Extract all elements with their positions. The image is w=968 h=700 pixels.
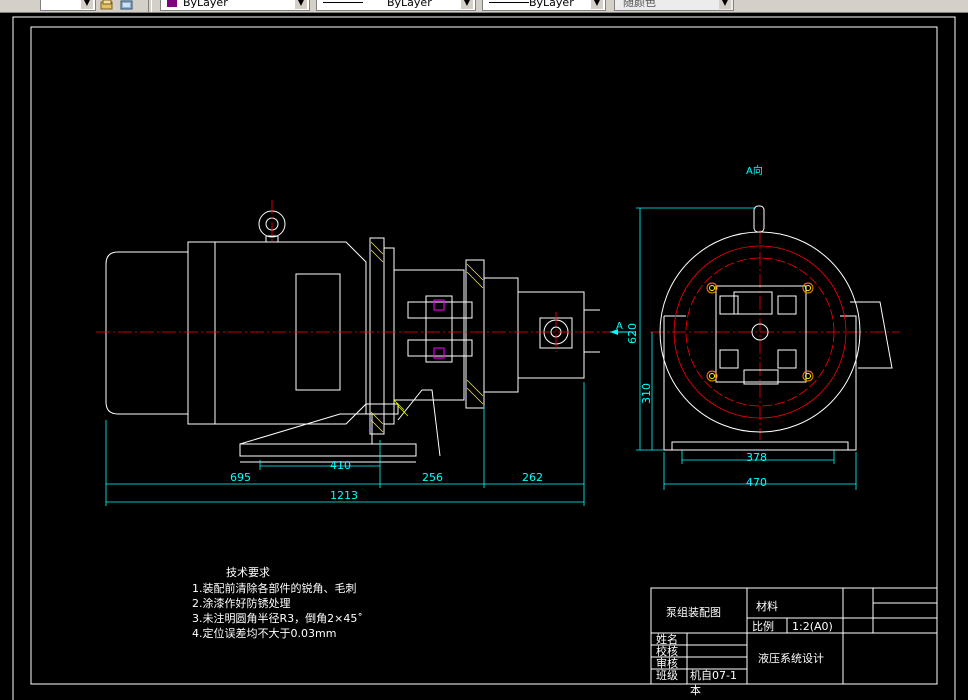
technical-requirements: 技术要求 1.装配前清除各部件的锐角、毛刺 2.涂漆作好防锈处理 3.未注明圆角… [192, 566, 363, 640]
layer-previous-icon[interactable] [120, 0, 134, 10]
dim-620: 620 [626, 323, 639, 344]
drawing-name: 泵组装配图 [666, 605, 721, 619]
tech-item: 2.涂漆作好防锈处理 [192, 596, 291, 610]
layer-states-icon[interactable] [100, 0, 114, 10]
dim-410: 410 [330, 459, 351, 472]
lineweight-value: ByLayer [529, 0, 574, 9]
color-control-dropdown[interactable]: ByLayer ▼ [160, 0, 310, 11]
side-lifting-eye [753, 205, 765, 233]
name-label: 姓名 [656, 632, 678, 646]
dim-470: 470 [746, 476, 767, 489]
plotstyle-value: 随颜色 [623, 0, 656, 9]
linetype-control-dropdown[interactable]: ByLayer ▼ [316, 0, 476, 11]
class-value-2: 本 [690, 683, 701, 697]
dim-310: 310 [640, 383, 653, 404]
chevron-down-icon[interactable]: ▼ [295, 0, 307, 9]
check-label: 校核 [656, 644, 678, 658]
dimension-lines [105, 207, 857, 506]
centerlines [96, 200, 900, 440]
plotstyle-control-dropdown[interactable]: 随颜色 ▼ [614, 0, 734, 11]
pump-side-view: A向 [659, 164, 893, 451]
tech-title: 技术要求 [226, 566, 270, 579]
dim-262: 262 [522, 471, 543, 484]
lineweight-control-dropdown[interactable]: ByLayer ▼ [482, 0, 606, 11]
chevron-down-icon[interactable]: ▼ [719, 0, 731, 9]
dim-378: 378 [746, 451, 767, 464]
lineweight-sample [489, 2, 529, 3]
tech-item: 3.未注明圆角半径R3，倒角2×45˚ [192, 611, 363, 625]
toolbar-separator [148, 0, 152, 12]
drawing-canvas[interactable]: A A向 695 410 256 262 1213 378 470 310 62… [0, 13, 968, 700]
section-label: A [616, 321, 623, 332]
coupling-bolts [433, 299, 445, 359]
chevron-down-icon[interactable]: ▼ [591, 0, 603, 9]
class-label: 班级 [656, 669, 678, 682]
scale-label: 比例 [752, 619, 774, 633]
view-label: A向 [746, 164, 763, 177]
title-block-text: 泵组装配图 材料 比例 1:2(A0) 姓名 校核 审核 班级 机自07-1 本… [656, 599, 833, 697]
properties-toolbar: ▼ ByLayer ▼ ByLayer ▼ ByLayer ▼ 随颜色 ▼ [0, 0, 968, 13]
project-name: 液压系统设计 [758, 651, 824, 665]
linetype-sample [323, 2, 363, 3]
base-plate [239, 443, 417, 457]
tech-item: 4.定位误差均不大于0.03mm [192, 626, 336, 640]
motor-end-cap [105, 251, 189, 415]
dim-1213: 1213 [330, 489, 358, 502]
pump-front-view [105, 210, 600, 463]
review-label: 审核 [656, 656, 678, 670]
linetype-value: ByLayer [387, 0, 432, 9]
dim-256: 256 [422, 471, 443, 484]
material-label: 材料 [756, 599, 778, 613]
dimension-values: 695 410 256 262 1213 378 470 310 620 [230, 323, 767, 502]
layer-dropdown[interactable]: ▼ [40, 0, 96, 11]
dim-695: 695 [230, 471, 251, 484]
class-value: 机自07-1 [690, 668, 737, 682]
chevron-down-icon[interactable]: ▼ [461, 0, 473, 9]
tech-item: 1.装配前清除各部件的锐角、毛刺 [192, 581, 357, 595]
color-swatch [167, 0, 177, 7]
scale-value: 1:2(A0) [792, 620, 833, 633]
color-value: ByLayer [183, 0, 228, 9]
chevron-down-icon[interactable]: ▼ [81, 0, 93, 9]
